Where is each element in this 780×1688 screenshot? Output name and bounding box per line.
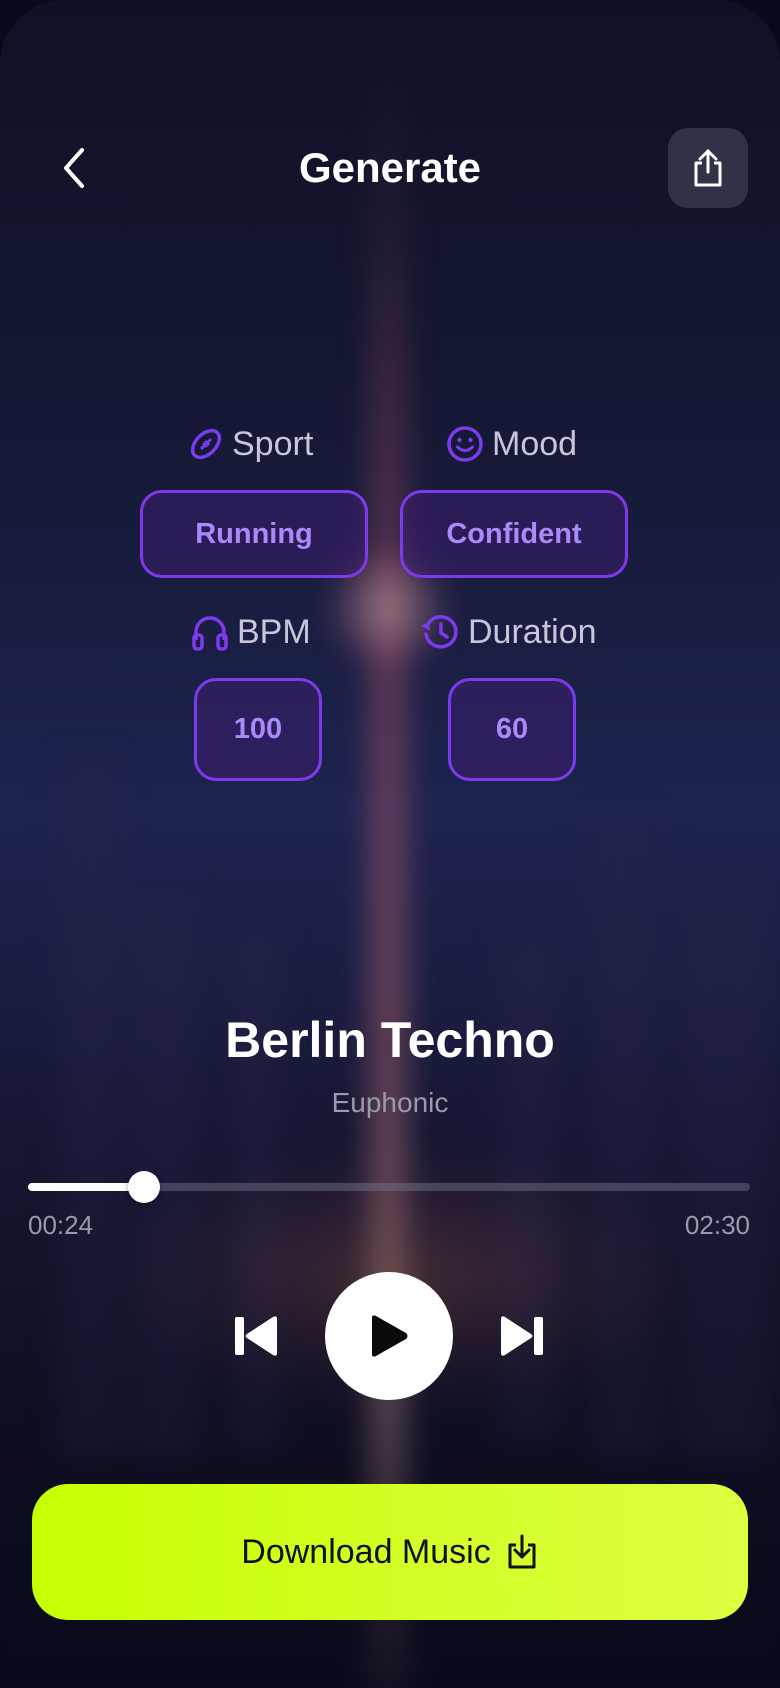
sport-label: Sport [188,422,313,466]
download-icon [508,1534,536,1569]
progress-thumb[interactable] [127,1171,160,1203]
history-clock-icon [421,615,458,649]
bpm-label-text: BPM [237,613,311,651]
sport-label-text: Sport [232,425,314,463]
duration-label-text: Duration [468,613,597,651]
generate-screen: Generate Sport Running Mood Confident BP… [0,0,780,1688]
previous-button[interactable] [228,1310,284,1362]
duration-label: Duration [420,610,597,654]
headphones-icon [192,616,228,651]
chevron-left-icon [64,148,84,188]
progress-fill [28,1183,144,1191]
football-icon [190,428,222,460]
smiley-icon [447,426,483,462]
bpm-select[interactable]: 100 [194,678,322,781]
download-music-button[interactable]: Download Music [32,1484,748,1620]
share-button[interactable] [668,128,748,208]
mood-label-text: Mood [492,425,578,463]
total-time: 02:30 [684,1210,750,1240]
share-icon [694,149,722,187]
back-button[interactable] [50,140,98,196]
download-label: Download Music [241,1532,491,1571]
sport-select[interactable]: Running [140,490,368,578]
mood-label: Mood [446,422,577,466]
artist-name: Euphonic [331,1087,449,1118]
bpm-value: 100 [233,713,283,745]
mood-value: Confident [446,517,582,550]
play-button[interactable] [325,1272,453,1400]
skip-next-icon [501,1316,543,1356]
next-button[interactable] [494,1310,550,1362]
elapsed-time: 00:24 [28,1210,94,1240]
sport-value: Running [195,517,313,550]
duration-select[interactable]: 60 [448,678,576,781]
bpm-label: BPM [191,610,311,654]
play-icon [372,1315,408,1357]
mood-select[interactable]: Confident [400,490,628,578]
song-title: Berlin Techno [225,1012,555,1068]
skip-previous-icon [235,1316,277,1356]
duration-value: 60 [495,713,529,745]
